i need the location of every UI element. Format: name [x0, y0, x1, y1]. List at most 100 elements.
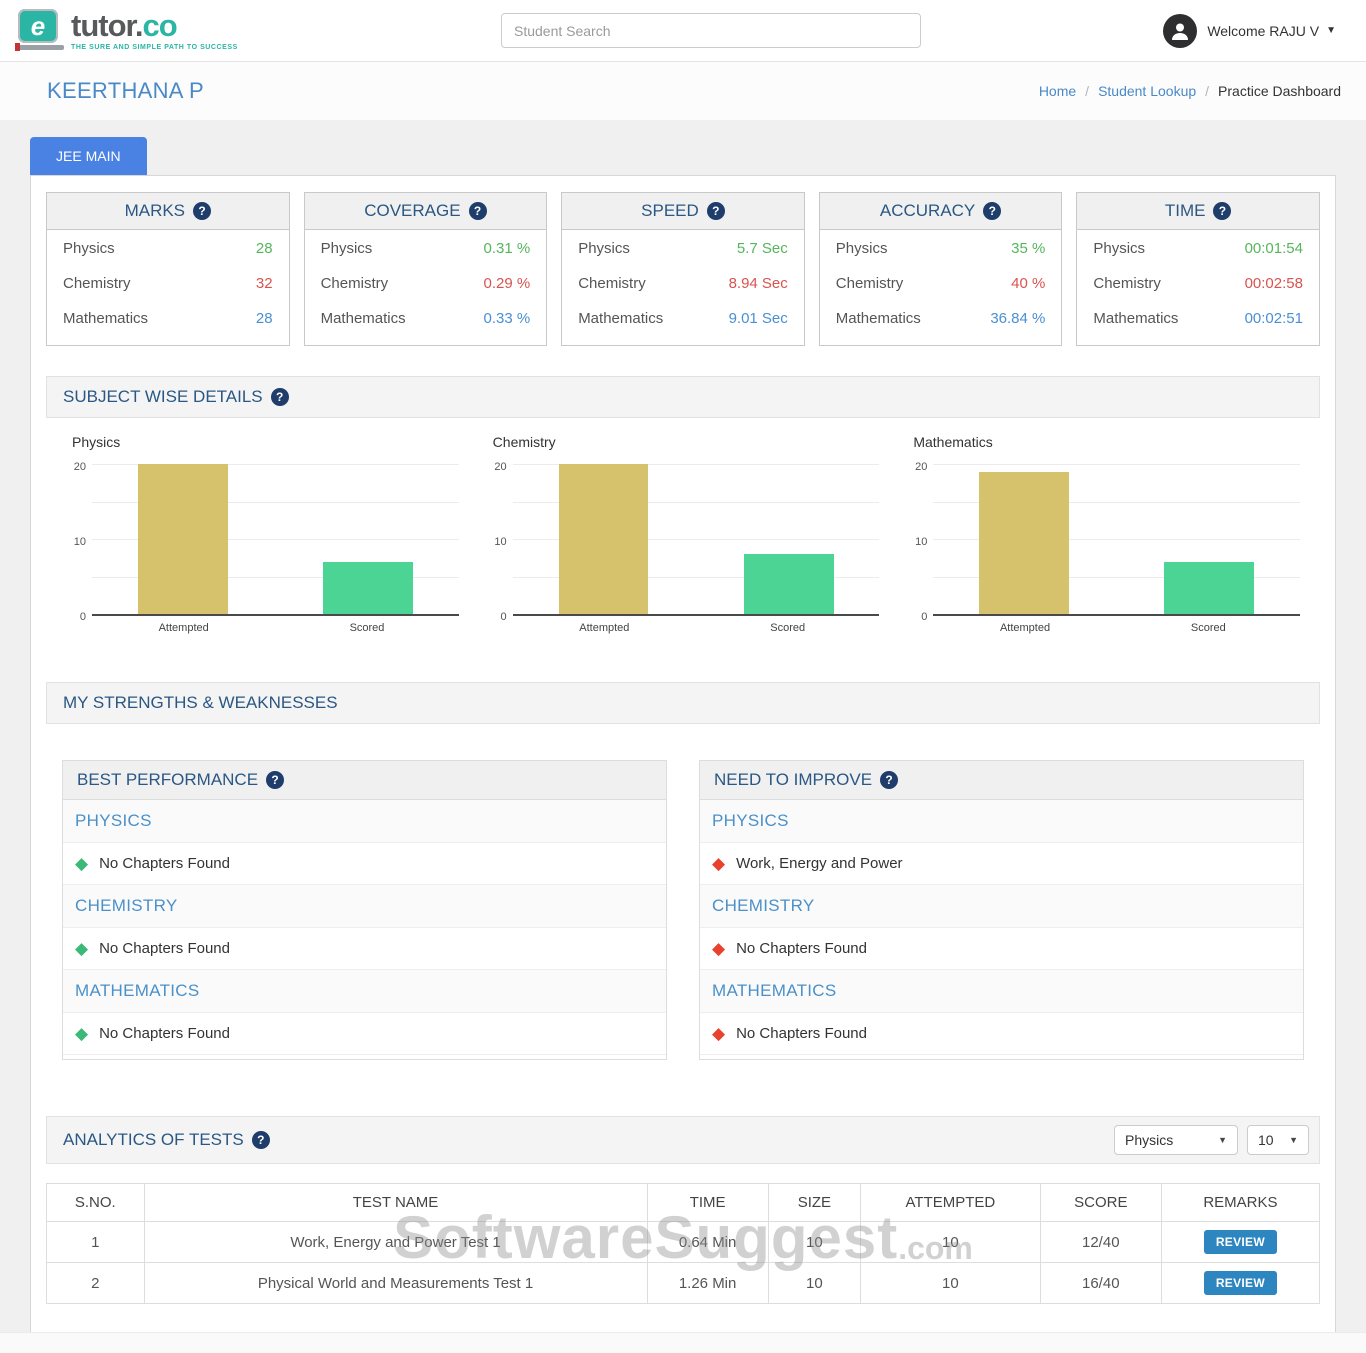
bar-scored-mathematics[interactable]	[1164, 562, 1254, 615]
breadcrumb-student-lookup[interactable]: Student Lookup	[1098, 83, 1196, 99]
bar-attempted-chemistry[interactable]	[559, 464, 649, 614]
subject-wise-section: SUBJECT WISE DETAILS Physics01020Attempt…	[46, 376, 1320, 652]
tab-jee-main[interactable]: JEE MAIN	[30, 137, 147, 175]
count-filter-value: 10	[1258, 1132, 1274, 1148]
stat-card-header: TIME	[1077, 193, 1319, 230]
stat-value: 35 %	[1011, 240, 1045, 257]
chapter-label: No Chapters Found	[736, 940, 867, 957]
chapter-label: No Chapters Found	[99, 1025, 230, 1042]
help-icon[interactable]	[271, 388, 289, 406]
bar-attempted-physics[interactable]	[138, 464, 228, 614]
column-header-attempted: ATTEMPTED	[861, 1184, 1041, 1222]
chart-plot-column: AttemptedScored	[92, 466, 459, 634]
stat-label: Chemistry	[321, 275, 389, 292]
student-search-input[interactable]	[501, 13, 921, 48]
stat-value: 0.29 %	[483, 275, 530, 292]
logo-text: tutor.co THE SURE AND SIMPLE PATH TO SUC…	[71, 10, 238, 51]
chart-gridline	[933, 464, 1300, 465]
user-avatar[interactable]	[1163, 14, 1197, 48]
stat-label: Mathematics	[836, 310, 921, 327]
chart-x-labels: AttemptedScored	[92, 622, 459, 634]
user-menu[interactable]: Welcome RAJU V ▼	[1163, 14, 1336, 48]
stat-row-chemistry: Chemistry 32	[47, 265, 289, 300]
laptop-base-shape	[18, 45, 64, 50]
stat-row-physics: Physics00:01:54	[1077, 230, 1319, 265]
stat-label: Chemistry	[63, 275, 131, 292]
help-icon[interactable]	[707, 202, 725, 220]
practice-dashboard-page: e tutor.co THE SURE AND SIMPLE PATH TO S…	[0, 0, 1366, 1345]
stat-row-mathematics: Mathematics0.33 %	[305, 300, 547, 335]
help-icon[interactable]	[1213, 202, 1231, 220]
stat-label: Chemistry	[578, 275, 646, 292]
analytics-section: ANALYTICS OF TESTS Physics ▼ 10 ▼	[46, 1116, 1320, 1304]
column-header-s-no: S.NO.	[47, 1184, 145, 1222]
strengths-section: MY STRENGTHS & WEAKNESSES BEST PERFORMAN…	[46, 682, 1320, 1086]
chart-chemistry: Chemistry01020AttemptedScored	[473, 432, 894, 634]
table-header-row: S.NO.TEST NAMETIMESIZEATTEMPTEDSCOREREMA…	[47, 1184, 1320, 1222]
x-category-label: Scored	[275, 622, 458, 634]
column-header-remarks: REMARKS	[1161, 1184, 1319, 1222]
stat-value: 0.31 %	[483, 240, 530, 257]
y-tick-label: 20	[915, 461, 927, 473]
count-filter-select[interactable]: 10 ▼	[1247, 1125, 1309, 1155]
stat-card-header: MARKS	[47, 193, 289, 230]
chapter-label: No Chapters Found	[99, 855, 230, 872]
help-icon[interactable]	[252, 1131, 270, 1149]
bar-scored-physics[interactable]	[323, 562, 413, 615]
cell-time: 1.26 Min	[647, 1263, 768, 1304]
stat-card-title: COVERAGE	[364, 201, 460, 221]
x-category-label: Scored	[696, 622, 879, 634]
review-button[interactable]: REVIEW	[1204, 1230, 1277, 1254]
review-button[interactable]: REVIEW	[1204, 1271, 1277, 1295]
subject-header-mathematics: MATHEMATICS	[700, 970, 1303, 1013]
stat-card-accuracy: ACCURACYPhysics35 %Chemistry40 %Mathemat…	[819, 192, 1063, 346]
chapter-row: ◆Work, Energy and Power	[700, 843, 1303, 885]
panel-title: NEED TO IMPROVE	[714, 770, 872, 790]
help-icon[interactable]	[983, 202, 1001, 220]
chart-x-labels: AttemptedScored	[513, 622, 880, 634]
stat-label: Physics	[578, 240, 630, 257]
stat-row-chemistry: Chemistry40 %	[820, 265, 1062, 300]
stat-card-speed: SPEEDPhysics5.7 SecChemistry8.94 SecMath…	[561, 192, 805, 346]
stat-row-physics: Physics28	[47, 230, 289, 265]
brand-name-dark: tutor.	[71, 8, 143, 43]
stat-label: Physics	[63, 240, 115, 257]
subject-header-chemistry: CHEMISTRY	[63, 885, 666, 928]
etutor-logo[interactable]: e tutor.co THE SURE AND SIMPLE PATH TO S…	[18, 9, 353, 53]
title-strip: KEERTHANA P Home/Student Lookup/Practice…	[0, 62, 1366, 120]
stat-row-mathematics: Mathematics00:02:51	[1077, 300, 1319, 335]
strengths-header: MY STRENGTHS & WEAKNESSES	[46, 682, 1320, 724]
cell-score: 16/40	[1040, 1263, 1161, 1304]
chapter-label: No Chapters Found	[99, 940, 230, 957]
help-icon[interactable]	[193, 202, 211, 220]
breadcrumb-practice-dashboard: Practice Dashboard	[1218, 83, 1341, 99]
help-icon[interactable]	[266, 771, 284, 789]
chart-plot-area	[92, 466, 459, 616]
chapter-row: ◆No Chapters Found	[63, 843, 666, 885]
help-icon[interactable]	[880, 771, 898, 789]
analytics-header: ANALYTICS OF TESTS Physics ▼ 10 ▼	[46, 1116, 1320, 1164]
stat-card-coverage: COVERAGE Physics0.31 % Chemistry 0.29 % Math…	[304, 192, 548, 346]
analytics-title: ANALYTICS OF TESTS	[63, 1130, 244, 1150]
brand-name-teal: co	[143, 8, 177, 43]
page-title: KEERTHANA P	[47, 78, 204, 104]
subject-filter-select[interactable]: Physics ▼	[1114, 1125, 1238, 1155]
stat-value: 00:02:58	[1245, 275, 1303, 292]
chart-mathematics: Mathematics01020AttemptedScored	[893, 432, 1314, 634]
chart-y-axis: 01020	[487, 466, 513, 618]
logo-letter: e	[31, 13, 45, 39]
breadcrumb-home[interactable]: Home	[1039, 83, 1076, 99]
stat-value: 32	[256, 275, 273, 292]
subject-header-mathematics: MATHEMATICS	[63, 970, 666, 1013]
bar-scored-chemistry[interactable]	[744, 554, 834, 614]
y-tick-label: 0	[921, 611, 927, 623]
bar-attempted-mathematics[interactable]	[979, 472, 1069, 615]
stat-label: Physics	[836, 240, 888, 257]
stat-row-physics: Physics5.7 Sec	[562, 230, 804, 265]
stat-value: 00:02:51	[1245, 310, 1303, 327]
help-icon[interactable]	[469, 202, 487, 220]
x-category-label: Attempted	[513, 622, 696, 634]
cell-score: 12/40	[1040, 1222, 1161, 1263]
cell-sno: 2	[47, 1263, 145, 1304]
stat-row-physics: Physics0.31 %	[305, 230, 547, 265]
